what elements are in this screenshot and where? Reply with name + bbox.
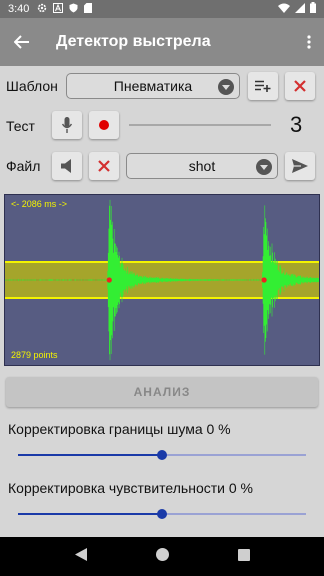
sensitivity-adjust-slider[interactable] [18, 507, 306, 521]
send-icon [292, 159, 308, 173]
record-button[interactable] [89, 111, 119, 139]
file-select[interactable]: shot [126, 153, 278, 179]
sensitivity-adjust-label: Корректировка чувствительности 0 % [8, 480, 253, 496]
template-select-value: Пневматика [113, 78, 193, 94]
file-label: Файл [6, 158, 41, 174]
navigation-bar [0, 537, 324, 576]
wifi-icon [278, 3, 290, 16]
shield-icon [69, 3, 78, 16]
chevron-down-icon [256, 159, 272, 175]
chevron-down-icon [218, 79, 234, 95]
page-title: Детектор выстрела [56, 33, 211, 50]
more-vert-icon [307, 35, 311, 49]
test-label: Тест [6, 118, 35, 134]
shot-marker-1 [106, 277, 112, 283]
noise-adjust-label: Корректировка границы шума 0 % [8, 421, 231, 437]
status-bar: 3:40 [0, 0, 324, 18]
points-label: 2879 points [11, 350, 58, 360]
volume-icon [61, 159, 71, 173]
template-label: Шаблон [6, 78, 58, 94]
test-level-bar [129, 118, 271, 132]
recents-square-icon[interactable] [237, 548, 250, 566]
back-button[interactable] [0, 18, 44, 66]
template-select[interactable]: Пневматика [66, 73, 240, 99]
sd-card-icon [84, 2, 93, 16]
shot-marker-2 [261, 277, 267, 283]
status-time: 3:40 [8, 3, 30, 15]
close-icon [98, 160, 110, 172]
close-icon [294, 80, 306, 92]
delete-file-button[interactable] [89, 152, 119, 180]
record-icon [99, 120, 109, 130]
noise-adjust-fill [18, 454, 162, 456]
overflow-menu-button[interactable] [294, 18, 324, 66]
send-file-button[interactable] [285, 152, 315, 180]
microphone-button[interactable] [52, 111, 82, 139]
duration-label: <- 2086 ms -> [11, 199, 68, 209]
noise-adjust-slider[interactable] [18, 448, 306, 462]
arrow-back-icon [14, 35, 29, 49]
test-count: 3 [290, 112, 303, 137]
back-triangle-icon[interactable] [74, 547, 87, 566]
noise-adjust-thumb[interactable] [157, 450, 167, 460]
sensitivity-adjust-fill [18, 513, 162, 515]
a-icon [53, 2, 64, 16]
playlist-add-icon [255, 80, 271, 92]
waveform-view[interactable]: <- 2086 ms -> 2879 points [4, 194, 320, 366]
settings-icon [37, 3, 47, 16]
waveform-signal [5, 199, 319, 361]
file-select-value: shot [188, 158, 216, 174]
sensitivity-adjust-thumb[interactable] [157, 509, 167, 519]
waveform-graph [5, 199, 319, 361]
home-circle-icon[interactable] [155, 547, 169, 566]
delete-template-button[interactable] [285, 72, 315, 100]
signal-icon [295, 2, 305, 16]
app-bar: Детектор выстрела [0, 18, 324, 66]
battery-icon [310, 2, 316, 16]
mic-icon [62, 117, 72, 133]
analyze-button[interactable]: АНАЛИЗ [6, 377, 318, 407]
play-file-button[interactable] [52, 152, 82, 180]
add-template-button[interactable] [248, 72, 278, 100]
